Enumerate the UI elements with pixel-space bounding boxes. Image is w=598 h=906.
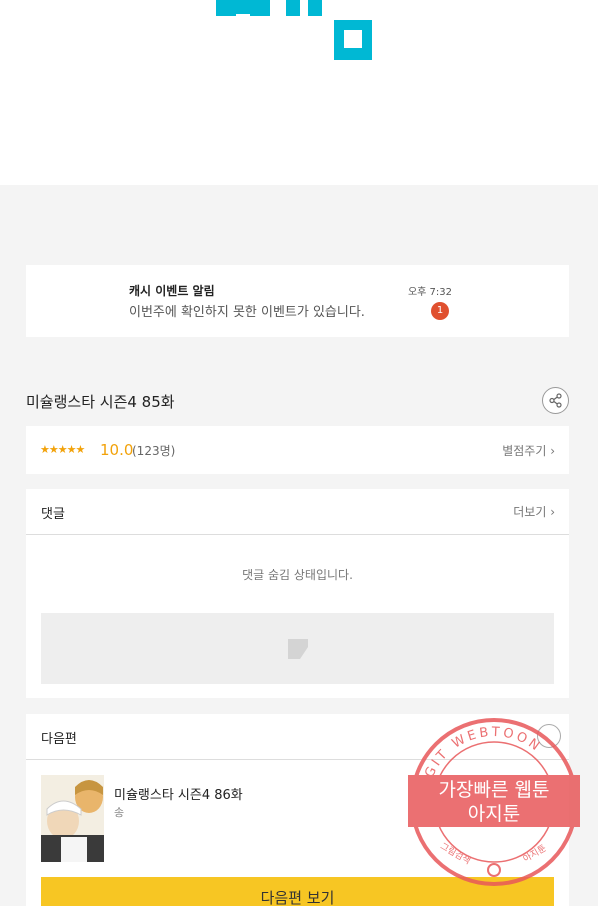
cash-event-notice[interactable]: 캐시 이벤트 알림 이번주에 확인하지 못한 이벤트가 있습니다. 오후 7:3… [26,265,569,337]
rating-count: (123명) [132,444,176,458]
next-episode-thumbnail[interactable] [41,775,104,862]
thumbnail-art [41,775,104,862]
watermark-line2: 아지툰 [468,803,520,825]
image-placeholder-icon [288,639,308,659]
rating-score: 10.0 [100,441,134,459]
comments-section: 댓글 더보기 › 댓글 숨김 상태입니다. [26,489,569,698]
ad-placeholder [41,613,554,684]
brand-logo [216,0,372,60]
top-banner [0,0,598,185]
rating-bar: ★★★★★ 10.0 (123명) 별점주기 › [26,426,569,474]
episode-title: 미슐랭스타 시즌4 85화 [26,393,175,411]
comments-header: 댓글 더보기 › [26,489,569,535]
comments-more-link[interactable]: 더보기 › [513,503,555,520]
google-g-icon [487,863,501,877]
notice-time: 오후 7:32 [407,287,452,298]
notice-message: 이번주에 확인하지 못한 이벤트가 있습니다. [129,305,365,320]
next-episode-title[interactable]: 미슐랭스타 시즌4 86화 [114,784,243,803]
watermark-stamp: AGIT WEBTOON 가장빠른 웹툰 아지툰 그림검색 아지툰 [408,718,580,886]
comments-title: 댓글 [41,507,65,522]
star-rating: ★★★★★ [40,443,85,456]
watermark-line1: 가장빠른 웹툰 [439,779,550,801]
next-episode-label: 다음편 [41,732,77,747]
next-episode-author: 송 [114,806,125,819]
share-icon [549,393,562,408]
notification-badge: 1 [431,302,449,320]
rate-button[interactable]: 별점주기 › [502,442,555,459]
comments-hidden-message: 댓글 숨김 상태입니다. [242,568,353,582]
share-button[interactable] [542,387,569,414]
watermark-bottom-left: 그림검색 [438,840,473,867]
notice-title: 캐시 이벤트 알림 [129,284,215,298]
